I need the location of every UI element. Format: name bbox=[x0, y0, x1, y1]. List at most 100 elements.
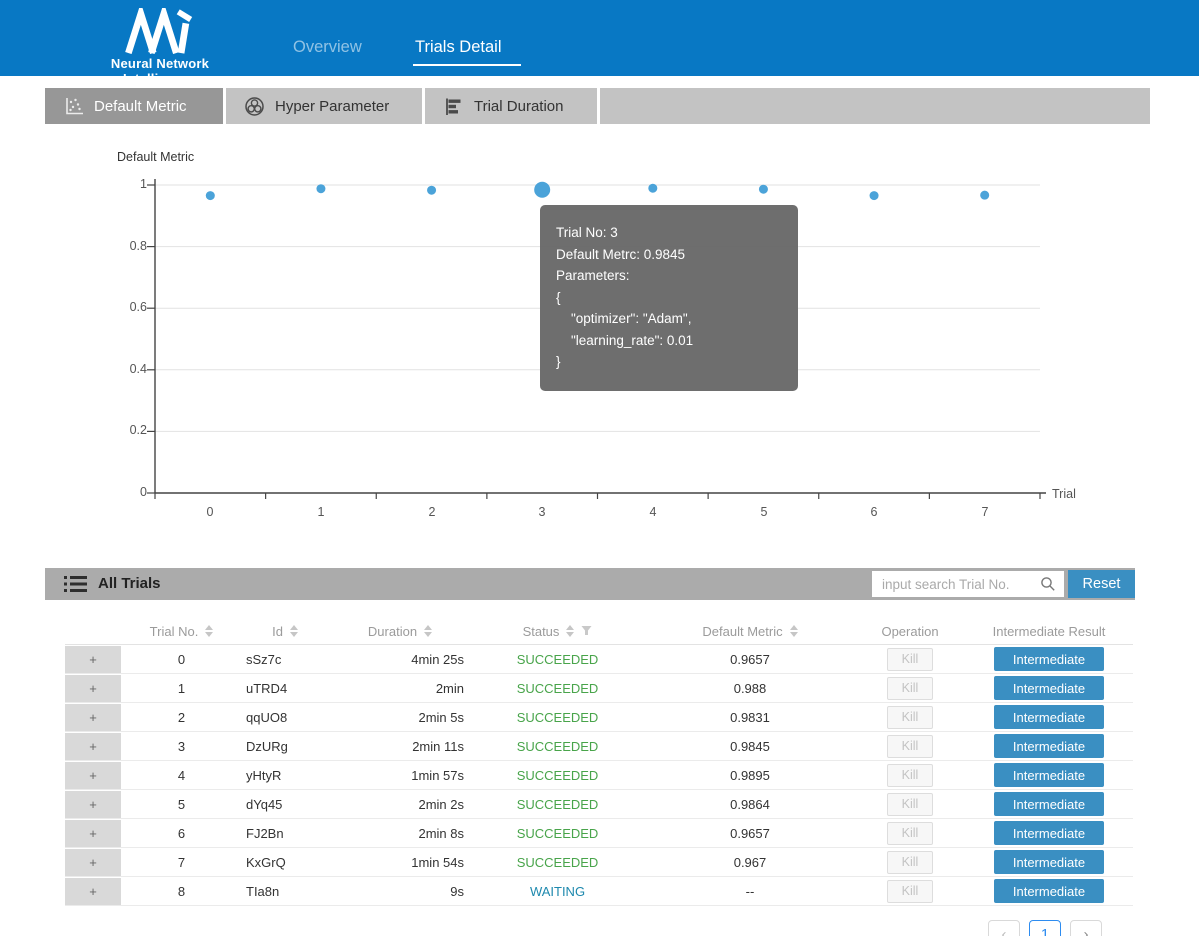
table-row: + 2 qqUO8 2min 5s SUCCEEDED 0.9831 Kill … bbox=[65, 703, 1133, 732]
trial-id-cell: uTRD4 bbox=[240, 681, 330, 696]
expand-row-button[interactable]: + bbox=[65, 878, 121, 905]
header-status[interactable]: Status bbox=[470, 624, 645, 639]
pagination-prev-button[interactable]: ‹ bbox=[988, 920, 1020, 936]
expand-row-button[interactable]: + bbox=[65, 762, 121, 789]
trial-id-cell: qqUO8 bbox=[240, 710, 330, 725]
tooltip-line: } bbox=[556, 351, 782, 373]
kill-button[interactable]: Kill bbox=[887, 793, 933, 816]
all-trials-title: All Trials bbox=[98, 575, 161, 592]
search-input[interactable] bbox=[872, 571, 1064, 597]
trial-no-cell: 0 bbox=[123, 652, 240, 667]
duration-cell: 4min 25s bbox=[330, 652, 470, 667]
status-cell: SUCCEEDED bbox=[470, 710, 645, 725]
table-row: + 0 sSz7c 4min 25s SUCCEEDED 0.9657 Kill… bbox=[65, 645, 1133, 674]
header-intermediate-result: Intermediate Result bbox=[965, 624, 1133, 639]
trial-no-cell: 4 bbox=[123, 768, 240, 783]
sort-icon[interactable] bbox=[566, 625, 574, 637]
expand-row-button[interactable]: + bbox=[65, 675, 121, 702]
expand-row-button[interactable]: + bbox=[65, 646, 121, 673]
y-tick-label: 0.8 bbox=[87, 239, 147, 253]
tooltip-line: { bbox=[556, 287, 782, 309]
x-tick-label: 1 bbox=[291, 505, 351, 519]
table-row: + 1 uTRD4 2min SUCCEEDED 0.988 Kill Inte… bbox=[65, 674, 1133, 703]
sort-icon[interactable] bbox=[424, 625, 432, 637]
metric-cell: 0.9831 bbox=[645, 710, 855, 725]
expand-row-button[interactable]: + bbox=[65, 820, 121, 847]
intermediate-button[interactable]: Intermediate bbox=[994, 821, 1104, 845]
header-operation: Operation bbox=[855, 624, 965, 639]
search-box bbox=[872, 571, 1064, 597]
intermediate-button[interactable]: Intermediate bbox=[994, 850, 1104, 874]
kill-button[interactable]: Kill bbox=[887, 677, 933, 700]
trial-id-cell: FJ2Bn bbox=[240, 826, 330, 841]
duration-cell: 2min 2s bbox=[330, 797, 470, 812]
status-cell: SUCCEEDED bbox=[470, 797, 645, 812]
tooltip-line: Trial No: 3 bbox=[556, 222, 782, 244]
filter-funnel-icon[interactable] bbox=[581, 624, 592, 639]
duration-cell: 1min 57s bbox=[330, 768, 470, 783]
sort-icon[interactable] bbox=[290, 625, 298, 637]
status-cell: SUCCEEDED bbox=[470, 652, 645, 667]
intermediate-button[interactable]: Intermediate bbox=[994, 879, 1104, 903]
metric-cell: 0.9845 bbox=[645, 739, 855, 754]
tooltip-line: Default Metrc: 0.9845 bbox=[556, 244, 782, 266]
y-tick-label: 0.6 bbox=[87, 300, 147, 314]
trial-no-cell: 1 bbox=[123, 681, 240, 696]
duration-cell: 2min 8s bbox=[330, 826, 470, 841]
header-trial-no[interactable]: Trial No. bbox=[123, 624, 240, 639]
x-axis-name: Trial bbox=[1052, 487, 1076, 501]
search-icon[interactable] bbox=[1040, 576, 1056, 597]
expand-row-button[interactable]: + bbox=[65, 849, 121, 876]
expand-row-button[interactable]: + bbox=[65, 733, 121, 760]
status-cell: SUCCEEDED bbox=[470, 681, 645, 696]
pagination: ‹ 1 › bbox=[988, 920, 1102, 936]
reset-button[interactable]: Reset bbox=[1068, 570, 1135, 598]
table-row: + 8 TIa8n 9s WAITING -- Kill Intermediat… bbox=[65, 877, 1133, 906]
table-header-row: Trial No. Id Duration Status Default Met… bbox=[65, 618, 1133, 645]
trial-no-cell: 8 bbox=[123, 884, 240, 899]
kill-button[interactable]: Kill bbox=[887, 880, 933, 903]
kill-button[interactable]: Kill bbox=[887, 764, 933, 787]
x-tick-label: 4 bbox=[623, 505, 683, 519]
header-default-metric[interactable]: Default Metric bbox=[645, 624, 855, 639]
metric-cell: 0.9864 bbox=[645, 797, 855, 812]
intermediate-button[interactable]: Intermediate bbox=[994, 734, 1104, 758]
pagination-next-button[interactable]: › bbox=[1070, 920, 1102, 936]
status-cell: SUCCEEDED bbox=[470, 826, 645, 841]
header-id[interactable]: Id bbox=[240, 624, 330, 639]
trial-no-cell: 2 bbox=[123, 710, 240, 725]
expand-row-button[interactable]: + bbox=[65, 791, 121, 818]
pagination-page-1[interactable]: 1 bbox=[1029, 920, 1061, 936]
y-tick-label: 0.2 bbox=[87, 423, 147, 437]
kill-button[interactable]: Kill bbox=[887, 648, 933, 671]
header-duration[interactable]: Duration bbox=[330, 624, 470, 639]
table-row: + 7 KxGrQ 1min 54s SUCCEEDED 0.967 Kill … bbox=[65, 848, 1133, 877]
metric-cell: 0.9657 bbox=[645, 826, 855, 841]
x-tick-label: 2 bbox=[402, 505, 462, 519]
intermediate-button[interactable]: Intermediate bbox=[994, 676, 1104, 700]
tooltip-line: Parameters: bbox=[556, 265, 782, 287]
y-tick-label: 0 bbox=[87, 485, 147, 499]
intermediate-button[interactable]: Intermediate bbox=[994, 705, 1104, 729]
trial-no-cell: 6 bbox=[123, 826, 240, 841]
kill-button[interactable]: Kill bbox=[887, 822, 933, 845]
duration-cell: 2min bbox=[330, 681, 470, 696]
sort-icon[interactable] bbox=[790, 625, 798, 637]
intermediate-button[interactable]: Intermediate bbox=[994, 763, 1104, 787]
all-trials-table: Trial No. Id Duration Status Default Met… bbox=[65, 618, 1133, 906]
trial-no-cell: 7 bbox=[123, 855, 240, 870]
kill-button[interactable]: Kill bbox=[887, 706, 933, 729]
y-tick-label: 1 bbox=[87, 177, 147, 191]
nni-trials-detail-page: Neural Network Intelligence Overview Tri… bbox=[0, 0, 1199, 936]
intermediate-button[interactable]: Intermediate bbox=[994, 647, 1104, 671]
kill-button[interactable]: Kill bbox=[887, 851, 933, 874]
y-tick-label: 0.4 bbox=[87, 362, 147, 376]
intermediate-button[interactable]: Intermediate bbox=[994, 792, 1104, 816]
trial-id-cell: DzURg bbox=[240, 739, 330, 754]
kill-button[interactable]: Kill bbox=[887, 735, 933, 758]
tooltip-line: "learning_rate": 0.01 bbox=[556, 330, 782, 352]
expand-row-button[interactable]: + bbox=[65, 704, 121, 731]
duration-cell: 2min 5s bbox=[330, 710, 470, 725]
x-tick-label: 5 bbox=[734, 505, 794, 519]
sort-icon[interactable] bbox=[205, 625, 213, 637]
